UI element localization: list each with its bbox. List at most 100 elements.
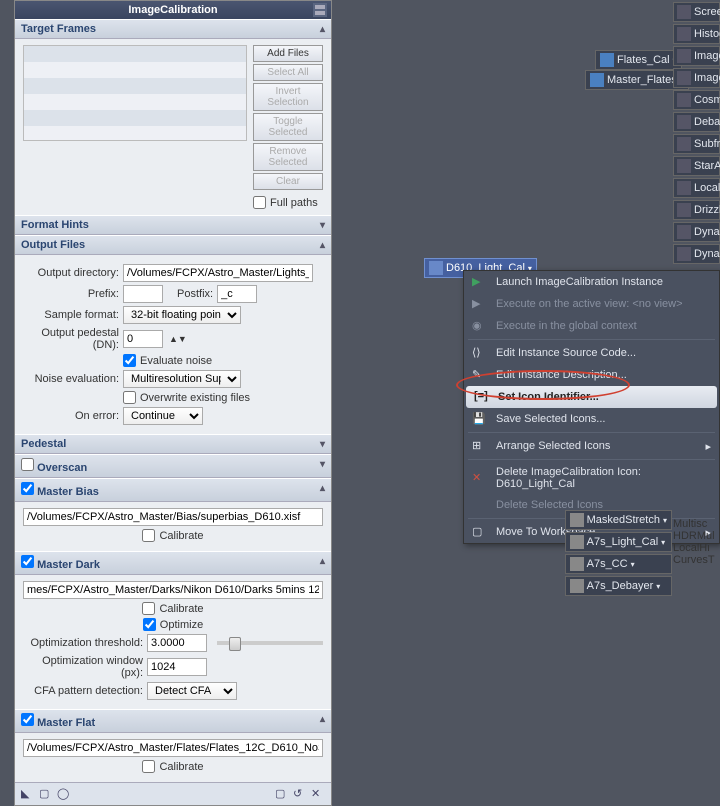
evaluate-noise-checkbox[interactable]: [123, 354, 136, 367]
process-icon: [677, 49, 691, 63]
output-pedestal-input[interactable]: [123, 330, 163, 348]
cancel-icon[interactable]: ✕: [311, 787, 325, 801]
process-icon-item[interactable]: A7s_CC▾: [565, 554, 672, 574]
apply-icon[interactable]: ▢: [39, 787, 53, 801]
process-list-item[interactable]: Cosmet: [673, 90, 720, 110]
target-frames-list[interactable]: [23, 45, 247, 141]
master-dark-path[interactable]: [23, 581, 323, 599]
apply-global-icon[interactable]: ◯: [57, 787, 71, 801]
process-icon-flates-cal[interactable]: Flates_Cal▾: [595, 50, 682, 70]
menu-item[interactable]: [=]Set Icon Identifier...: [466, 386, 717, 408]
process-list-item[interactable]: LocalHi: [673, 542, 720, 554]
remove-selected-button[interactable]: Remove Selected: [253, 143, 323, 171]
process-list-item[interactable]: Histogra: [673, 24, 720, 44]
menu-item[interactable]: ✕Delete ImageCalibration Icon: D610_Ligh…: [464, 462, 719, 494]
x-icon: ✕: [472, 471, 486, 485]
code-icon: ⟨⟩: [472, 346, 486, 360]
process-icon: [677, 5, 691, 19]
window-title: ImageCalibration: [128, 4, 217, 16]
process-icon: [677, 27, 691, 41]
process-list-item[interactable]: DrizzleI: [673, 200, 720, 220]
full-paths-checkbox[interactable]: [253, 196, 266, 209]
opt-threshold-slider[interactable]: [217, 641, 323, 645]
process-list-item[interactable]: StarAlign: [673, 156, 720, 176]
process-icon: [677, 115, 691, 129]
master-bias-path[interactable]: [23, 508, 323, 526]
overscan-checkbox[interactable]: [21, 458, 34, 471]
process-explorer-column: ScreenTrHistograImageCaImageIntCosmetDeb…: [673, 0, 720, 266]
exec-icon: ▶: [472, 297, 486, 311]
output-directory-input[interactable]: [123, 264, 313, 282]
process-list-item[interactable]: LocalNor: [673, 178, 720, 198]
section-target-frames[interactable]: Target Frames▴: [15, 19, 331, 39]
process-icon: [677, 93, 691, 107]
process-list-item[interactable]: CurvesT: [673, 554, 720, 566]
section-pedestal[interactable]: Pedestal▾: [15, 434, 331, 454]
process-list-item[interactable]: Dynami: [673, 244, 720, 264]
cfa-pattern-select[interactable]: Detect CFA: [147, 682, 237, 700]
clear-button[interactable]: Clear: [253, 173, 323, 190]
opt-window-input[interactable]: [147, 658, 207, 676]
process-list-item[interactable]: Multisc: [673, 518, 720, 530]
process-list-item[interactable]: ImageCa: [673, 46, 720, 66]
docs-icon[interactable]: ▢: [275, 787, 289, 801]
ws-icon: ▢: [472, 525, 486, 539]
toggle-selected-button[interactable]: Toggle Selected: [253, 113, 323, 141]
section-overscan[interactable]: Overscan▾: [15, 454, 331, 478]
invert-selection-button[interactable]: Invert Selection: [253, 83, 323, 111]
add-files-button[interactable]: Add Files: [253, 45, 323, 62]
menu-item[interactable]: 💾Save Selected Icons...: [464, 408, 719, 430]
on-error-select[interactable]: Continue: [123, 407, 203, 425]
desc-icon: ✎: [472, 368, 486, 382]
dark-optimize-checkbox[interactable]: [143, 618, 156, 631]
section-master-dark[interactable]: Master Dark▴: [15, 551, 331, 575]
titlebar[interactable]: ImageCalibration: [15, 1, 331, 19]
process-icon-item[interactable]: MaskedStretch▾: [565, 510, 672, 530]
noise-evaluation-select[interactable]: Multiresolution Support: [123, 370, 241, 388]
menu-item[interactable]: ⊞Arrange Selected Icons: [464, 435, 719, 457]
section-master-flat[interactable]: Master Flat▴: [15, 709, 331, 733]
process-list-item[interactable]: Subfram: [673, 134, 720, 154]
postfix-input[interactable]: [217, 285, 257, 303]
master-bias-checkbox[interactable]: [21, 482, 34, 495]
process-list-item[interactable]: ScreenTr: [673, 2, 720, 22]
process-icon-glyph: [429, 261, 443, 275]
context-menu: ▶Launch ImageCalibration Instance▶Execut…: [463, 270, 720, 544]
grid-icon: ⊞: [472, 439, 486, 453]
section-output-files[interactable]: Output Files▴: [15, 235, 331, 255]
process-icon: [677, 225, 691, 239]
process-icon: [677, 137, 691, 151]
flat-calibrate-checkbox[interactable]: [142, 760, 155, 773]
menu-item[interactable]: ▶Launch ImageCalibration Instance: [464, 271, 719, 293]
master-flat-checkbox[interactable]: [21, 713, 34, 726]
process-icon: [677, 181, 691, 195]
process-list-item[interactable]: ImageInt: [673, 68, 720, 88]
process-icon: [677, 247, 691, 261]
menu-item[interactable]: ⟨⟩Edit Instance Source Code...: [464, 342, 719, 364]
overwrite-checkbox[interactable]: [123, 391, 136, 404]
reset-icon[interactable]: ↺: [293, 787, 307, 801]
section-master-bias[interactable]: Master Bias▴: [15, 478, 331, 502]
menu-item[interactable]: ✎Edit Instance Description...: [464, 364, 719, 386]
new-instance-icon[interactable]: ◣: [21, 787, 35, 801]
process-list-item[interactable]: HDRMul: [673, 530, 720, 542]
bias-calibrate-checkbox[interactable]: [142, 529, 155, 542]
sample-format-select[interactable]: 32-bit floating point: [123, 306, 241, 324]
master-dark-checkbox[interactable]: [21, 555, 34, 568]
process-list-item[interactable]: Dynami: [673, 222, 720, 242]
dialog-footer: ◣ ▢ ◯ ▢ ↺ ✕: [15, 782, 331, 805]
select-all-button[interactable]: Select All: [253, 64, 323, 81]
image-calibration-dialog: ImageCalibration Target Frames▴ Add File…: [14, 0, 332, 806]
process-icon-item[interactable]: A7s_Debayer▾: [565, 576, 672, 596]
titlebar-shade-icon[interactable]: [313, 3, 327, 17]
process-icon: [677, 159, 691, 173]
play-icon: ▶: [472, 275, 486, 289]
opt-threshold-input[interactable]: [147, 634, 207, 652]
section-format-hints[interactable]: Format Hints▾: [15, 215, 331, 235]
process-icon-item[interactable]: A7s_Light_Cal▾: [565, 532, 672, 552]
dark-calibrate-checkbox[interactable]: [142, 602, 155, 615]
process-list-item[interactable]: Debayer: [673, 112, 720, 132]
master-flat-path[interactable]: [23, 739, 323, 757]
save-icon: 💾: [472, 412, 486, 426]
prefix-input[interactable]: [123, 285, 163, 303]
